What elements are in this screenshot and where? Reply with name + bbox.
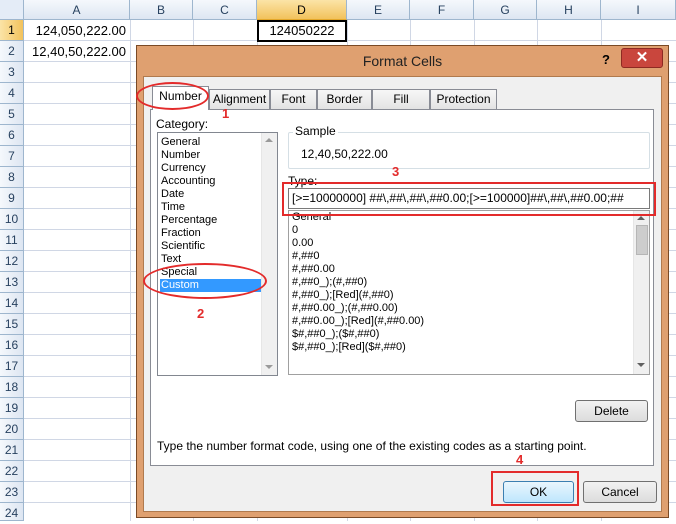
row-header-10[interactable]: 10 [0,209,24,230]
format-code-list[interactable]: General 0 0.00 #,##0 #,##0.00 #,##0_);(#… [288,210,650,375]
category-label: Category: [156,117,209,131]
category-item-currency[interactable]: Currency [160,162,206,175]
category-list[interactable]: General Number Currency Accounting Date … [157,132,278,376]
annotation-step-4: 4 [516,452,524,467]
row-header-14[interactable]: 14 [0,293,24,314]
tab-fill[interactable]: Fill [372,89,430,109]
format-code-item[interactable]: 0.00 [291,237,313,250]
scroll-up-icon[interactable] [637,216,645,220]
column-header-c[interactable]: C [193,0,257,20]
category-item-fraction[interactable]: Fraction [160,227,201,240]
tab-font[interactable]: Font [270,89,317,109]
row-header-7[interactable]: 7 [0,146,24,167]
sample-value: 12,40,50,222.00 [301,147,388,161]
cell-a2[interactable]: 12,40,50,222.00 [24,41,130,62]
scroll-thumb[interactable] [636,225,648,255]
tab-border[interactable]: Border [317,89,372,109]
category-item-time[interactable]: Time [160,201,185,214]
row-header-17[interactable]: 17 [0,356,24,377]
column-header-e[interactable]: E [347,0,410,20]
row-header-19[interactable]: 19 [0,398,24,419]
row-header-9[interactable]: 9 [0,188,24,209]
row-header-1[interactable]: 1 [0,20,24,41]
row-header-13[interactable]: 13 [0,272,24,293]
row-header-16[interactable]: 16 [0,335,24,356]
category-item-date[interactable]: Date [160,188,184,201]
format-code-scrollbar[interactable] [633,211,649,374]
cell-d1-active[interactable]: 124050222 [257,20,347,42]
annotation-step-1: 1 [222,106,230,121]
format-code-item[interactable]: $#,##0_);($#,##0) [291,328,379,341]
dialog-titlebar[interactable]: Format Cells ? ✕ [137,46,668,76]
category-item-number[interactable]: Number [160,149,200,162]
row-header-2[interactable]: 2 [0,41,24,62]
scroll-down-icon[interactable] [637,363,645,367]
row-header-24[interactable]: 24 [0,503,24,521]
row-header-21[interactable]: 21 [0,440,24,461]
row-header-6[interactable]: 6 [0,125,24,146]
format-code-item[interactable]: #,##0.00_);(#,##0.00) [291,302,398,315]
format-code-item[interactable]: 0 [291,224,298,237]
annotation-step-2: 2 [197,306,205,321]
row-header-15[interactable]: 15 [0,314,24,335]
row-header-18[interactable]: 18 [0,377,24,398]
row-header-20[interactable]: 20 [0,419,24,440]
column-header-d[interactable]: D [257,0,347,20]
format-code-item[interactable]: #,##0 [291,250,320,263]
format-code-item[interactable]: #,##0.00 [291,263,335,276]
scroll-down-icon[interactable] [265,365,273,369]
sample-label: Sample [293,124,338,138]
row-header-5[interactable]: 5 [0,104,24,125]
column-header-f[interactable]: F [410,0,474,20]
hint-text: Type the number format code, using one o… [157,439,587,453]
format-code-item[interactable]: $#,##0_);[Red]($#,##0) [291,341,406,354]
row-header-11[interactable]: 11 [0,230,24,251]
annotation-ring-custom [143,263,267,299]
tab-protection[interactable]: Protection [430,89,497,109]
cancel-button[interactable]: Cancel [583,481,657,503]
close-button[interactable]: ✕ [621,48,663,68]
tab-alignment[interactable]: Alignment [209,89,270,109]
column-header-h[interactable]: H [537,0,601,20]
cell-a1[interactable]: 124,050,222.00 [24,20,130,41]
annotation-step-3: 3 [392,164,400,179]
row-header-3[interactable]: 3 [0,62,24,83]
format-code-item[interactable]: #,##0.00_);[Red](#,##0.00) [291,315,424,328]
help-button[interactable]: ? [596,51,616,69]
category-item-general[interactable]: General [160,136,200,149]
annotation-box-ok [491,471,579,506]
column-header-b[interactable]: B [130,0,193,20]
category-item-accounting[interactable]: Accounting [160,175,215,188]
dialog-title: Format Cells [362,53,443,69]
delete-button[interactable]: Delete [575,400,648,422]
annotation-ring-number-tab [136,82,209,110]
select-all-corner[interactable] [0,0,24,20]
row-header-22[interactable]: 22 [0,461,24,482]
column-header-i[interactable]: I [601,0,676,20]
category-item-percentage[interactable]: Percentage [160,214,217,227]
column-header-a[interactable]: A [24,0,130,20]
row-header-12[interactable]: 12 [0,251,24,272]
row-header-4[interactable]: 4 [0,83,24,104]
row-header-23[interactable]: 23 [0,482,24,503]
format-code-item[interactable]: #,##0_);[Red](#,##0) [291,289,394,302]
grid-line [130,20,131,521]
column-header-g[interactable]: G [474,0,537,20]
scroll-up-icon[interactable] [265,138,273,142]
category-scrollbar[interactable] [261,133,277,375]
format-code-item[interactable]: #,##0_);(#,##0) [291,276,367,289]
row-header-8[interactable]: 8 [0,167,24,188]
annotation-box-type [282,182,656,216]
category-item-scientific[interactable]: Scientific [160,240,205,253]
